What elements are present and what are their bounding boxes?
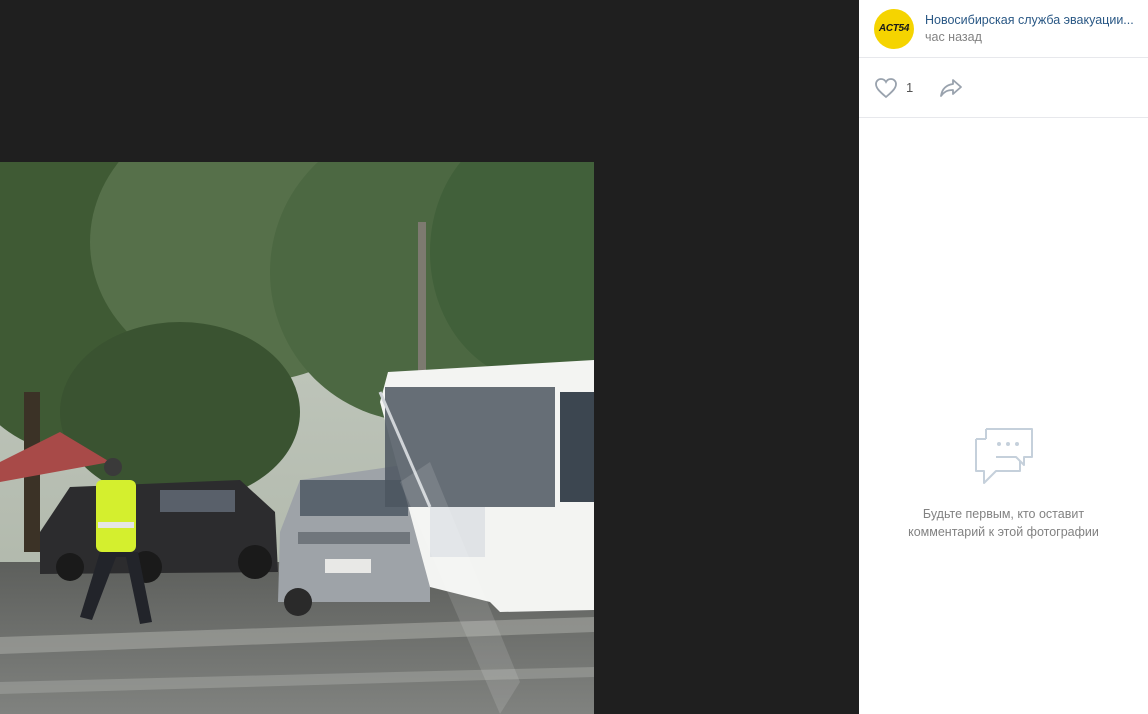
post-time[interactable]: час назад [925,30,1148,44]
like-button[interactable]: 1 [874,77,913,99]
post-header: ACT54 Новосибирская служба эвакуации... … [859,0,1148,58]
author-link[interactable]: Новосибирская служба эвакуации... [925,13,1148,27]
post-meta: Новосибирская служба эвакуации... час на… [925,13,1148,44]
photo-side-panel: ACT54 Новосибирская служба эвакуации... … [859,0,1148,714]
empty-comments-text: Будьте первым, кто оставит комментарий к… [908,507,1099,539]
photo-viewer [0,0,859,714]
heart-icon [875,77,897,98]
share-arrow-icon [940,78,963,97]
avatar[interactable]: ACT54 [874,8,914,49]
comments-bubble-icon [974,428,1033,484]
share-button[interactable] [939,78,963,98]
empty-comments: Будьте первым, кто оставит комментарий к… [859,427,1148,541]
like-count: 1 [906,80,914,95]
avatar-logo-text: ACT54 [878,23,910,34]
action-bar: 1 [859,58,1148,118]
accident-photo[interactable] [0,162,594,714]
photo-illustration [0,162,594,714]
